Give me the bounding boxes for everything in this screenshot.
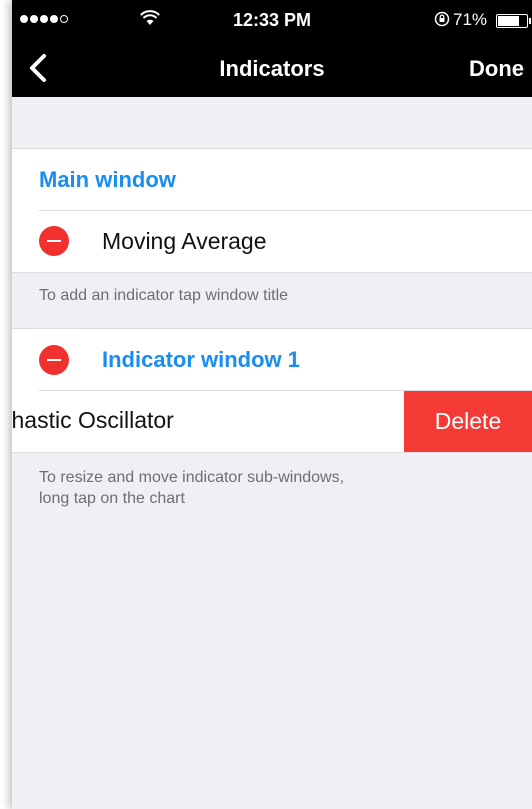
navigation-bar: Indicators Done xyxy=(12,40,532,97)
resize-hint-line2: long tap on the chart xyxy=(39,490,185,507)
indicator-row-swiped[interactable]: chastic Oscillator Delete xyxy=(12,391,532,452)
resize-hint-line1: To resize and move indicator sub-windows… xyxy=(39,469,345,486)
indicator-window-section: Indicator window 1 chastic Oscillator De… xyxy=(12,328,532,453)
done-button[interactable]: Done xyxy=(469,56,524,82)
minus-circle-icon[interactable] xyxy=(39,345,69,375)
indicator-moving-average[interactable]: Moving Average xyxy=(102,228,267,255)
battery-icon xyxy=(496,14,531,28)
minus-circle-icon[interactable] xyxy=(39,226,69,256)
indicator-window-header[interactable]: Indicator window 1 xyxy=(102,347,300,373)
delete-button[interactable]: Delete xyxy=(404,391,532,452)
rotation-lock-icon xyxy=(434,11,450,27)
add-indicator-hint: To add an indicator tap window title xyxy=(39,287,289,304)
page-title: Indicators xyxy=(219,56,325,81)
indicator-stochastic-oscillator[interactable]: chastic Oscillator xyxy=(12,407,174,434)
status-bar: 12:33 PM 71% xyxy=(12,0,532,40)
main-window-header[interactable]: Main window xyxy=(39,167,176,193)
battery-percent: 71% xyxy=(453,10,488,29)
divider xyxy=(39,210,532,211)
phone-screen: 12:33 PM 71% Indicators Done Main window… xyxy=(12,0,532,809)
main-window-section: Main window Moving Average xyxy=(12,148,532,273)
